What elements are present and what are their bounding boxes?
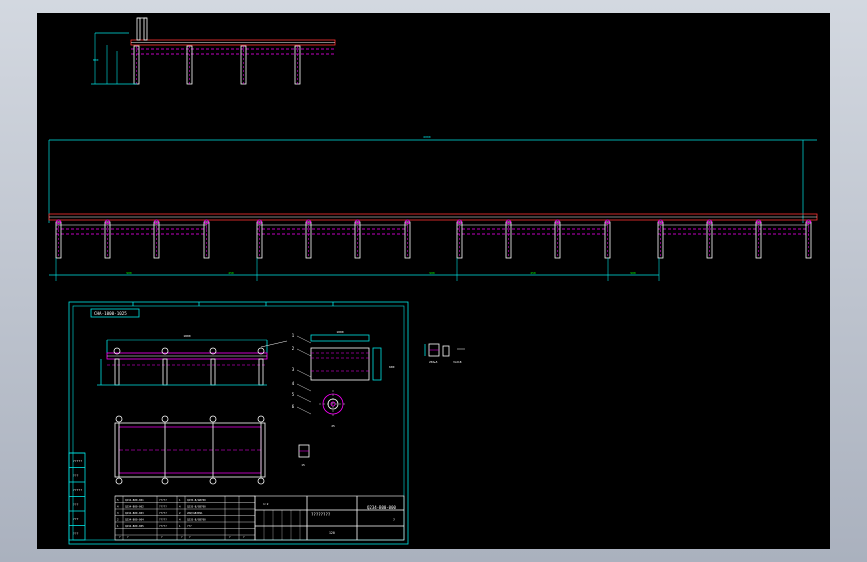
title-block-name: ???????? xyxy=(311,512,331,517)
bom-cell: Q235-B/GB700 xyxy=(187,518,206,522)
top-view-post xyxy=(136,17,141,41)
bom-cell: Q234-B00-005 xyxy=(125,524,144,528)
plan-view-roller-top xyxy=(209,415,217,423)
side-detail-label-1: 250±5 xyxy=(429,360,438,364)
section-balloon-4: 4 xyxy=(292,381,295,386)
bom-cell: ????? xyxy=(159,518,167,522)
drawing-canvas[interactable]: 800 6000 900 450 900 450 900 CHA-1000-1025?????… xyxy=(37,13,830,549)
long-view-overall-dim-text: 6000 xyxy=(423,135,430,139)
detail-front-leg xyxy=(258,358,264,386)
bom-cell: Q235-B/GB700 xyxy=(187,505,206,509)
plan-view-roller-top xyxy=(115,415,123,423)
plan-view-roller-top xyxy=(161,415,169,423)
bom-cell: ????? xyxy=(159,524,167,528)
top-view-post-2 xyxy=(143,17,148,41)
title-block-drawing-no: Q234-B00-000 xyxy=(367,505,396,510)
section-balloon-leader xyxy=(296,394,312,403)
bom-cell: Q234-B00-003 xyxy=(125,511,144,515)
plan-view-roller-bottom xyxy=(115,477,123,485)
section-balloon-leader xyxy=(296,348,312,357)
top-view-dim-text: 800 xyxy=(93,58,99,62)
bom-cell: 5 xyxy=(117,498,119,502)
sheet-left-strip-text: ??? xyxy=(73,532,79,536)
bom-cell: ????? xyxy=(159,505,167,509)
section-side-dim xyxy=(372,347,382,381)
section-balloon-leader xyxy=(296,406,312,415)
sheet-title-box-text: CHA-1000-1025 xyxy=(94,311,127,316)
bom-cell: 2 xyxy=(117,518,119,522)
bom-cell: Q234-B00-004 xyxy=(125,518,144,522)
bom-cell: ????? xyxy=(159,511,167,515)
section-balloon-3: 3 xyxy=(292,367,295,372)
long-view-bottom-dim-text: 450 xyxy=(530,271,536,275)
bom-header-cell: ? xyxy=(127,535,129,539)
bom-cell: Q234-B00-002 xyxy=(125,505,144,509)
section-top-dim-text: 1000 xyxy=(336,330,343,334)
plan-view-roller-bottom xyxy=(257,477,265,485)
bom-cell: 20#/GB3091 xyxy=(187,511,203,515)
cad-drawing: 800 6000 900 450 900 450 900 CHA-1000-1025?????… xyxy=(48,17,818,545)
side-detail-label-2: 3×∅18 xyxy=(453,360,462,364)
bom-header-cell: ? xyxy=(161,535,163,539)
sheet-left-strip-text: ??? xyxy=(73,517,79,521)
bom-header-cell: ? xyxy=(181,535,183,539)
plan-view-roller-bottom xyxy=(209,477,217,485)
detail-leader xyxy=(260,340,288,348)
bom-cell: Q234-B00-001 xyxy=(125,498,144,502)
title-block-scale: 1:2 xyxy=(263,502,269,506)
section-balloon-5: 5 xyxy=(292,392,295,397)
section-frame xyxy=(310,347,370,381)
bom-header-cell: ? xyxy=(189,535,191,539)
bom-cell: ????? xyxy=(159,498,167,502)
detail-front-leg xyxy=(162,358,168,386)
bracket-detail-dim: 15 xyxy=(301,463,305,467)
long-view-bottom-dim-text: 450 xyxy=(228,271,234,275)
long-view-bottom-dim-text: 900 xyxy=(630,271,636,275)
sheet-left-strip-text: ??? xyxy=(73,474,79,478)
section-balloon-leader xyxy=(296,335,312,344)
sheet-left-strip-text: ????? xyxy=(73,459,82,463)
section-balloon-1: 1 xyxy=(292,333,295,338)
plan-view-roller-top xyxy=(257,415,265,423)
bom-cell: 1 xyxy=(179,498,181,502)
bom-cell: 1 xyxy=(179,524,181,528)
section-top-dim-box xyxy=(310,334,370,342)
long-view-bottom-dim-text: 900 xyxy=(126,271,132,275)
detail-front-leg xyxy=(114,358,120,386)
bom-cell: ??? xyxy=(187,524,192,528)
viewport-frame: 800 6000 900 450 900 450 900 CHA-1000-1025?????… xyxy=(0,0,867,562)
sheet-left-strip-text: ??? xyxy=(73,503,79,507)
detail-circle-dim: 25 xyxy=(331,424,335,428)
plan-view-roller-bottom xyxy=(161,477,169,485)
bom-cell: Q235-B/GB700 xyxy=(187,498,206,502)
bom-header-cell: ? xyxy=(119,535,121,539)
bom-cell: 4 xyxy=(179,505,181,509)
section-height-text: 600 xyxy=(389,365,395,369)
detail-front-leg xyxy=(210,358,216,386)
section-balloon-leader xyxy=(296,383,312,392)
title-block-sheet: ? xyxy=(393,518,395,522)
bom-cell: 2 xyxy=(179,511,181,515)
bom-cell: 4 xyxy=(117,505,119,509)
bom-cell: 3 xyxy=(117,511,119,515)
bom-header-cell: ? xyxy=(229,535,231,539)
title-block-weight: 120 xyxy=(329,531,335,535)
long-view-bottom-dim-text: 900 xyxy=(429,271,435,275)
section-balloon-2: 2 xyxy=(292,346,295,351)
bom-cell: 1 xyxy=(117,524,119,528)
side-detail-plate xyxy=(442,345,450,357)
sheet-left-strip-text: ????? xyxy=(73,488,82,492)
bom-cell: 4 xyxy=(179,518,181,522)
section-balloon-leader xyxy=(296,369,312,378)
bom-header-cell: ? xyxy=(243,535,245,539)
section-balloon-6: 6 xyxy=(292,404,295,409)
detail-front-overall-dim-text: 1800 xyxy=(183,334,190,338)
